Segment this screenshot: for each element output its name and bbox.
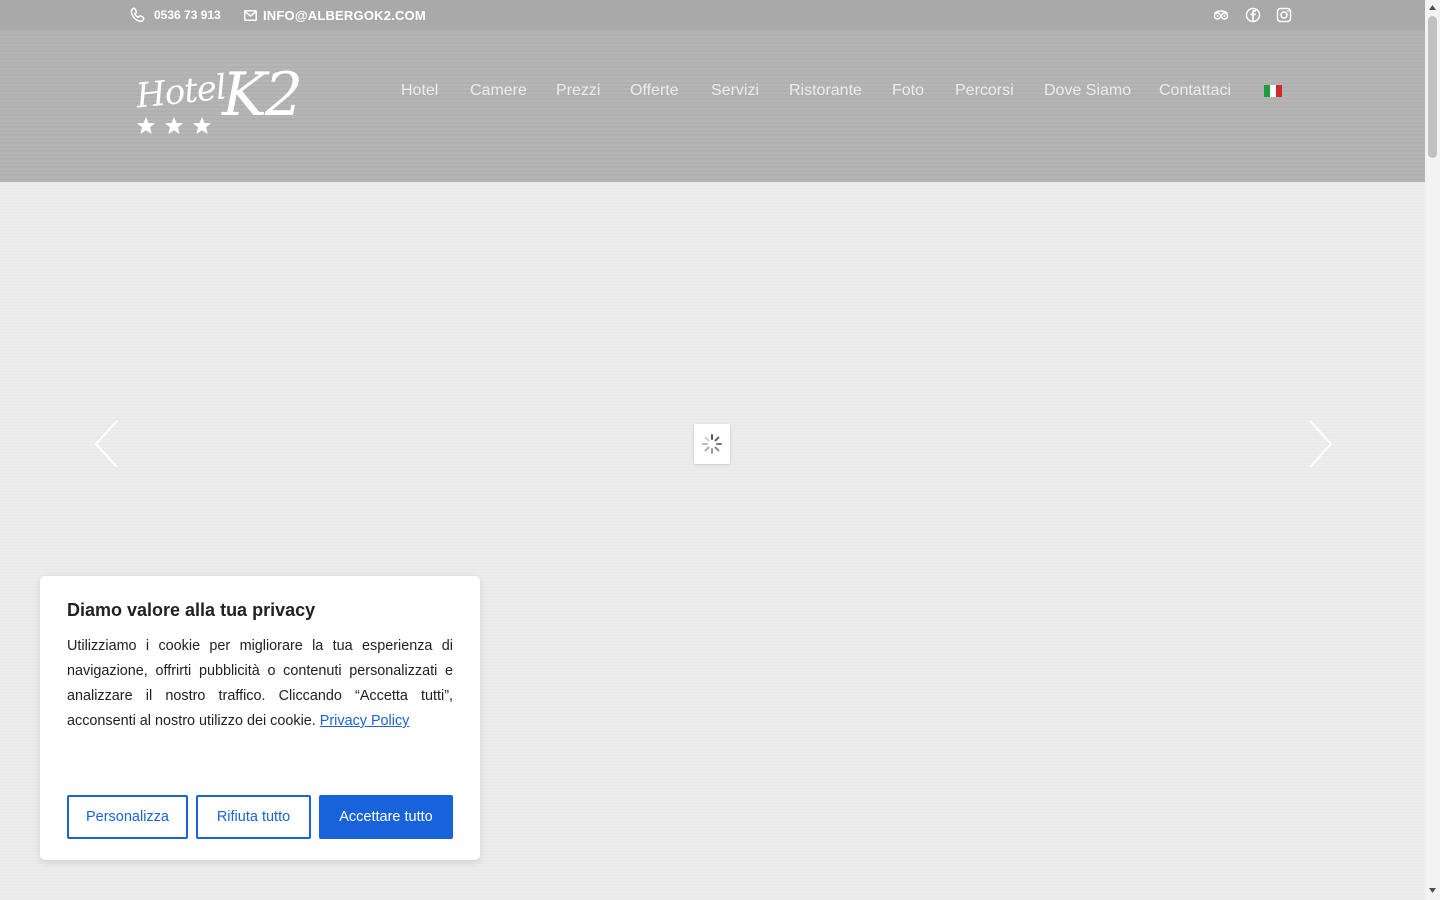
chevron-right-icon[interactable] [1305, 418, 1335, 470]
scroll-down-icon[interactable] [1428, 886, 1437, 895]
email-contact[interactable]: INFO@ALBERGOK2.COM [244, 0, 426, 30]
page-scrollbar[interactable] [1425, 0, 1440, 900]
top-bar: 0536 73 913 INFO@ALBERGOK2.COM [0, 0, 1425, 30]
nav-ristorante[interactable]: Ristorante [789, 82, 862, 100]
email-address: INFO@ALBERGOK2.COM [263, 7, 426, 23]
nav-servizi[interactable]: Servizi [711, 82, 759, 100]
nav-camere[interactable]: Camere [470, 82, 527, 100]
privacy-policy-link[interactable]: Privacy Policy [320, 713, 410, 729]
scroll-thumb[interactable] [1428, 16, 1437, 158]
main-nav: Hotel Camere Prezzi Offerte Servizi Rist… [0, 30, 1425, 99]
cookie-consent-banner: Diamo valore alla tua privacy Utilizziam… [40, 576, 480, 860]
mail-icon [244, 9, 257, 21]
scroll-up-icon[interactable] [1428, 3, 1437, 12]
stars-icon [137, 117, 211, 134]
chevron-left-icon[interactable] [92, 418, 122, 470]
phone-icon [130, 7, 145, 23]
phone-contact[interactable]: 0536 73 913 [130, 0, 221, 30]
instagram-icon[interactable] [1276, 7, 1292, 23]
facebook-icon[interactable] [1245, 7, 1261, 23]
accept-all-button[interactable]: Accettare tutto [319, 795, 453, 839]
customize-button[interactable]: Personalizza [67, 795, 188, 839]
reject-all-button[interactable]: Rifiuta tutto [196, 795, 311, 839]
spinner-icon [702, 434, 722, 454]
nav-contattaci[interactable]: Contattaci [1159, 82, 1231, 100]
loading-spinner [694, 424, 730, 464]
nav-foto[interactable]: Foto [892, 82, 924, 100]
nav-prezzi[interactable]: Prezzi [556, 82, 600, 100]
phone-number: 0536 73 913 [154, 8, 221, 22]
cookie-text: Utilizziamo i cookie per migliorare la t… [67, 634, 453, 734]
nav-hotel[interactable]: Hotel [401, 82, 438, 100]
cookie-title: Diamo valore alla tua privacy [67, 600, 316, 620]
tripadvisor-icon[interactable] [1213, 7, 1229, 23]
italy-flag-icon[interactable] [1264, 85, 1282, 97]
nav-offerte[interactable]: Offerte [630, 82, 679, 100]
nav-dove-siamo[interactable]: Dove Siamo [1044, 82, 1131, 100]
flag-red [1276, 85, 1282, 97]
nav-percorsi[interactable]: Percorsi [955, 82, 1014, 100]
